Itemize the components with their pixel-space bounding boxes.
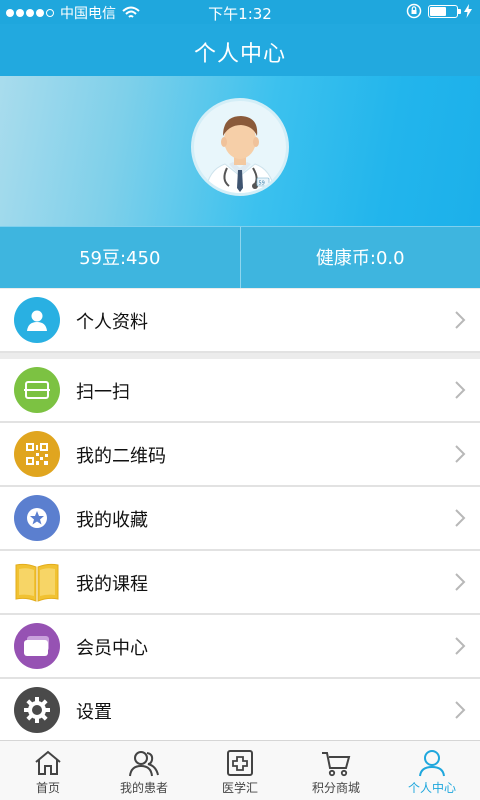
tab-label: 我的患者 [119, 781, 168, 795]
user-icon [14, 297, 60, 343]
profile-banner: 59 [0, 76, 480, 226]
chevron-right-icon [455, 509, 466, 527]
charging-icon [464, 4, 472, 18]
navigation-bar: 个人中心 [0, 24, 480, 76]
doctor-avatar-icon: 59 [204, 116, 276, 193]
menu-item-label: 个人资料 [76, 312, 148, 333]
chevron-right-icon [455, 573, 466, 591]
menu-item-member-center[interactable]: 会员中心 [0, 615, 480, 677]
gear-icon [14, 687, 60, 733]
health-coin-balance[interactable]: 健康币:0.0 [241, 226, 480, 288]
stats-bar: 59豆:450 健康币:0.0 [0, 226, 480, 288]
menu-item-label: 我的收藏 [76, 510, 148, 531]
beans-balance-text: 59豆:450 [79, 248, 161, 269]
chevron-right-icon [455, 311, 466, 329]
tab-medical[interactable]: 医学汇 [192, 741, 288, 800]
avatar[interactable]: 59 [191, 98, 289, 196]
book-icon [14, 559, 60, 605]
member-card-icon [14, 623, 60, 669]
tab-label: 医学汇 [221, 781, 258, 795]
scan-icon [14, 367, 60, 413]
star-icon [14, 495, 60, 541]
beans-balance[interactable]: 59豆:450 [0, 226, 240, 288]
status-bar: 中国电信 下午1:32 [0, 0, 480, 24]
menu-item-label: 设置 [76, 702, 112, 723]
menu-item-settings[interactable]: 设置 [0, 679, 480, 741]
tab-home[interactable]: 首页 [0, 741, 96, 800]
patients-icon [129, 751, 159, 777]
svg-text:59: 59 [259, 181, 265, 187]
home-icon [35, 750, 61, 775]
status-right [406, 3, 472, 19]
bottom-tab-bar: 首页 我的患者 医学汇 积分商城 个人中心 [0, 740, 480, 800]
cart-icon [322, 752, 351, 777]
menu-item-label: 扫一扫 [76, 382, 130, 403]
menu-item-favorites[interactable]: 我的收藏 [0, 487, 480, 549]
tab-label: 积分商城 [311, 781, 360, 795]
menu-item-label: 我的课程 [76, 574, 148, 595]
chevron-right-icon [455, 637, 466, 655]
chevron-right-icon [455, 445, 466, 463]
chevron-right-icon [455, 381, 466, 399]
tab-points-mall[interactable]: 积分商城 [288, 741, 384, 800]
menu-item-label: 会员中心 [76, 638, 148, 659]
rotation-lock-icon [406, 3, 422, 19]
divider [0, 351, 480, 353]
menu-item-qrcode[interactable]: 我的二维码 [0, 423, 480, 485]
menu-item-profile[interactable]: 个人资料 [0, 289, 480, 351]
menu-item-label: 我的二维码 [76, 446, 166, 467]
battery-icon [428, 4, 461, 18]
tab-label: 个人中心 [407, 781, 456, 795]
tab-personal-center[interactable]: 个人中心 [384, 741, 480, 800]
chevron-right-icon [455, 701, 466, 719]
tab-patients[interactable]: 我的患者 [96, 741, 192, 800]
menu-item-scan[interactable]: 扫一扫 [0, 359, 480, 421]
page-title: 个人中心 [193, 42, 286, 67]
menu-item-courses[interactable]: 我的课程 [0, 551, 480, 613]
medical-cross-icon [227, 750, 253, 776]
person-icon [419, 750, 445, 777]
health-coin-text: 健康币:0.0 [315, 248, 405, 269]
qrcode-icon [14, 431, 60, 477]
tab-label: 首页 [35, 781, 60, 795]
